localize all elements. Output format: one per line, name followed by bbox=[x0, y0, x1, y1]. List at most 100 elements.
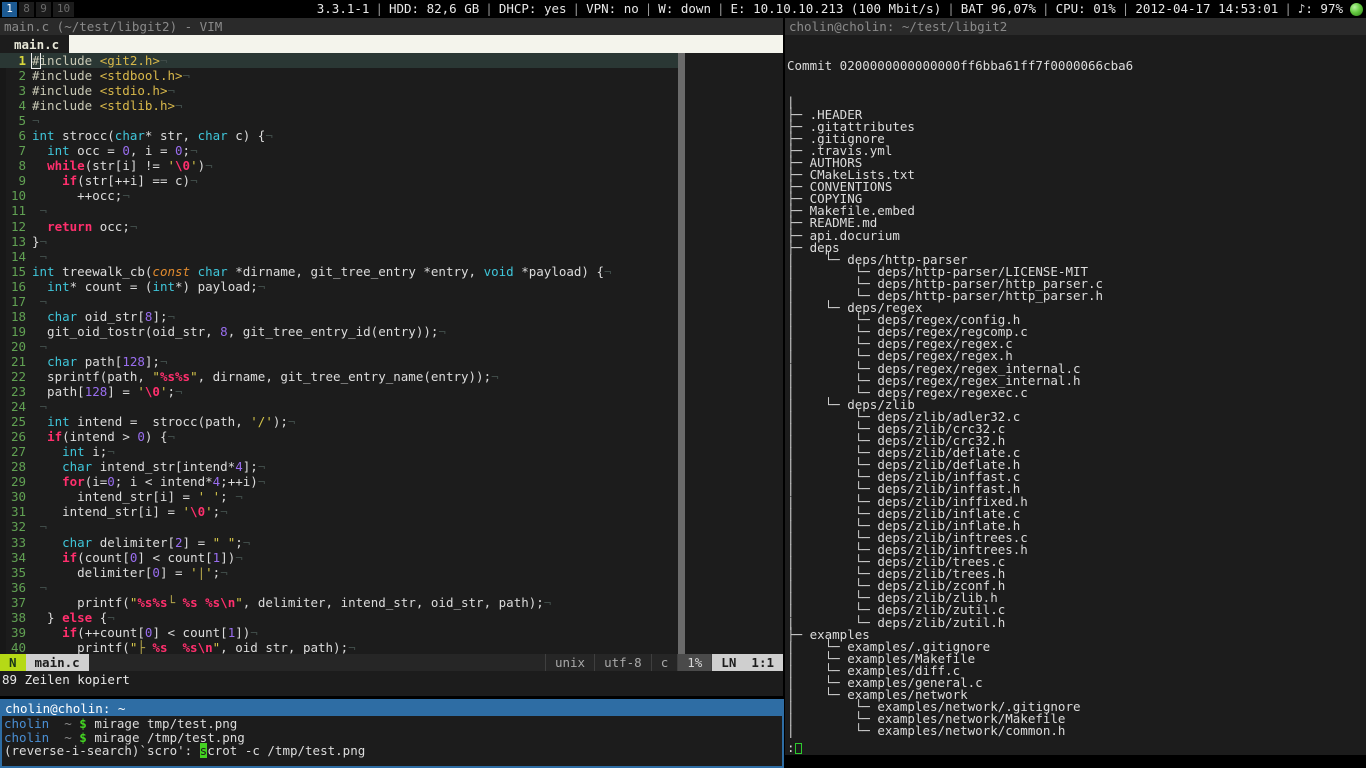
line-number: 34 bbox=[10, 549, 26, 565]
git-tree-row: ├─ CONVENTIONS bbox=[787, 180, 1366, 193]
code-line[interactable]: 25 int intend = strocc(path, '/');¬ bbox=[0, 414, 783, 429]
vim-tabline[interactable]: main.c bbox=[0, 35, 783, 53]
code-line[interactable]: 10 ++occ;¬ bbox=[0, 188, 783, 203]
code-line[interactable]: 26 if(intend > 0) {¬ bbox=[0, 429, 783, 444]
code-token: int bbox=[152, 278, 176, 294]
green-status-circle-icon[interactable] bbox=[1350, 2, 1363, 16]
code-token: strocc( bbox=[54, 128, 115, 144]
status-separator: | bbox=[1121, 1, 1130, 16]
code-token: ;++i) bbox=[220, 474, 258, 490]
code-line[interactable]: 16 int* count = (int*) payload;¬ bbox=[0, 279, 783, 294]
code-token: delimiter[ bbox=[92, 534, 176, 550]
line-number: 31 bbox=[10, 504, 26, 520]
code-line[interactable]: 33 char delimiter[2] = " ";¬ bbox=[0, 535, 783, 550]
status-ethernet: E: 10.10.10.213 (100 Mbit/s) bbox=[730, 1, 942, 16]
vim-window[interactable]: main.c (~/test/libgit2) - VIM main.c 1 #i… bbox=[0, 18, 784, 696]
line-number: 26 bbox=[10, 429, 26, 445]
code-token: int bbox=[47, 143, 70, 159]
code-line[interactable]: 2 #include <stdbool.h>¬ bbox=[0, 68, 783, 83]
code-line[interactable]: 11 ¬ bbox=[0, 203, 783, 218]
reverse-search-match: crot -c /tmp/test.png bbox=[207, 743, 366, 759]
code-line[interactable]: 4 #include <stdlib.h>¬ bbox=[0, 98, 783, 113]
code-line[interactable]: 21 char path[128];¬ bbox=[0, 354, 783, 369]
code-token: ¬ bbox=[265, 128, 273, 144]
code-token: if bbox=[62, 173, 78, 189]
code-line[interactable]: 13}¬ bbox=[0, 234, 783, 249]
code-line[interactable]: 17 ¬ bbox=[0, 294, 783, 309]
git-tree-output-area[interactable]: Commit 0200000000000000ff6bba61ff7f00000… bbox=[785, 35, 1366, 768]
code-token: ¬ bbox=[39, 233, 48, 249]
code-line[interactable]: 40 printf("├ %s %s\n", oid_str, path);¬ bbox=[0, 640, 783, 654]
terminal-window-focused[interactable]: cholin@cholin: ~ cholin ~ $ mirage tmp/t… bbox=[0, 699, 784, 768]
code-line[interactable]: 30 intend_str[i] = ' '; ¬ bbox=[0, 489, 783, 504]
code-token: ¬ bbox=[107, 444, 115, 460]
status-separator: | bbox=[485, 1, 493, 16]
code-line[interactable]: 38 } else {¬ bbox=[0, 610, 783, 625]
workspace-tag-8[interactable]: 8 bbox=[19, 1, 34, 17]
line-number: 2 bbox=[18, 68, 26, 84]
terminal-output-area[interactable]: cholin ~ $ mirage tmp/test.png cholin ~ $… bbox=[2, 716, 782, 766]
code-line[interactable]: 9 if(str[++i] == c)¬ bbox=[0, 173, 783, 188]
code-line[interactable]: 5 ¬ bbox=[0, 113, 783, 128]
vim-command-line[interactable]: 89 Zeilen kopiert bbox=[0, 671, 783, 688]
code-line[interactable]: 28 char intend_str[intend*4];¬ bbox=[0, 459, 783, 474]
code-line[interactable]: 27 int i;¬ bbox=[0, 444, 783, 459]
code-line[interactable]: 23 path[128] = '\0';¬ bbox=[0, 384, 783, 399]
code-line[interactable]: 7 int occ = 0, i = 0;¬ bbox=[0, 143, 783, 158]
code-token: ; bbox=[235, 534, 243, 550]
code-token: , delimiter, intend_str, oid_str, path); bbox=[242, 594, 544, 610]
code-line[interactable]: 31 intend_str[i] = '\0';¬ bbox=[0, 504, 783, 519]
code-token: ¬ bbox=[39, 203, 48, 219]
workspace-tag-1[interactable]: 1 bbox=[2, 1, 17, 17]
line-number: 39 bbox=[10, 624, 26, 640]
code-line[interactable]: 6 int strocc(char* str, char c) {¬ bbox=[0, 128, 783, 143]
code-line[interactable]: 29 for(i=0; i < intend*4;++i)¬ bbox=[0, 474, 783, 489]
code-line[interactable]: 35 delimiter[0] = '|';¬ bbox=[0, 565, 783, 580]
code-token: char bbox=[47, 353, 78, 369]
code-token: ' ' bbox=[197, 489, 221, 505]
code-line[interactable]: 37 printf("%s%s└ %s %s\n", delimiter, in… bbox=[0, 595, 783, 610]
system-status-bar: 1 8 9 10 3.3.1-1 | HDD: 82,6 GB | DHCP: yes… bbox=[0, 0, 1366, 18]
code-line[interactable]: 36 ¬ bbox=[0, 580, 783, 595]
vim-scrollbar-thumb[interactable] bbox=[678, 53, 685, 654]
code-token: intend_str[intend* bbox=[92, 459, 236, 475]
code-token: ]) bbox=[220, 549, 236, 565]
vim-vertical-scrollbar[interactable] bbox=[678, 53, 685, 654]
code-token: ¬ bbox=[159, 353, 168, 369]
line-number: 32 bbox=[10, 519, 26, 535]
vim-code-buffer[interactable]: 1 #include <git2.h> ¬ 2 #include <stdbool.h>… bbox=[0, 53, 783, 654]
git-tree-terminal-window[interactable]: cholin@cholin: ~/test/libgit2 Commit 020… bbox=[785, 18, 1366, 768]
code-line[interactable]: 39 if(++count[0] < count[1])¬ bbox=[0, 625, 783, 640]
code-line[interactable]: 34 if(count[0] < count[1])¬ bbox=[0, 550, 783, 565]
code-line[interactable]: 3 #include <stdio.h>¬ bbox=[0, 83, 783, 98]
code-line[interactable]: 19 git_oid_tostr(oid_str, 8, git_tree_en… bbox=[0, 324, 783, 339]
code-line[interactable]: 12 return occ;¬ bbox=[0, 219, 783, 234]
vim-editor-area[interactable]: 1 #include <git2.h> ¬ 2 #include <stdbool.h>… bbox=[0, 53, 783, 654]
code-line[interactable]: 15 int treewalk_cb(const char *dirname, g… bbox=[0, 264, 783, 279]
line-number: 17 bbox=[10, 293, 26, 309]
code-token: else bbox=[62, 609, 93, 625]
code-token: char bbox=[114, 128, 145, 144]
workspace-tag-list[interactable]: 1 8 9 10 bbox=[0, 1, 76, 17]
code-line[interactable]: 8 while(str[i] != '\0')¬ bbox=[0, 158, 783, 173]
code-line[interactable]: 22 sprintf(path, "%s%s", dirname, git_tr… bbox=[0, 369, 783, 384]
code-line[interactable]: 20 ¬ bbox=[0, 339, 783, 354]
workspace-tag-9[interactable]: 9 bbox=[36, 1, 51, 17]
workspace-tag-10[interactable]: 10 bbox=[53, 1, 74, 17]
vim-tab-main-c[interactable]: main.c bbox=[0, 35, 70, 53]
code-token: ]; bbox=[152, 308, 168, 324]
code-line[interactable]: 18 char oid_str[8];¬ bbox=[0, 309, 783, 324]
code-token: ¬ bbox=[39, 579, 48, 595]
status-datetime: 2012-04-17 14:53:01 bbox=[1135, 1, 1279, 16]
line-number: 12 bbox=[10, 218, 26, 234]
code-line[interactable]: 24 ¬ bbox=[0, 399, 783, 414]
code-line[interactable]: 1 #include <git2.h>¬ bbox=[0, 53, 783, 69]
code-line[interactable]: 14 ¬ bbox=[0, 249, 783, 264]
code-token: ] < count[ bbox=[137, 549, 213, 565]
line-number: 10 bbox=[10, 188, 26, 204]
git-tree-prompt[interactable]: : bbox=[787, 741, 802, 754]
status-separator: | bbox=[1284, 1, 1292, 16]
code-line[interactable]: 32 ¬ bbox=[0, 519, 783, 534]
